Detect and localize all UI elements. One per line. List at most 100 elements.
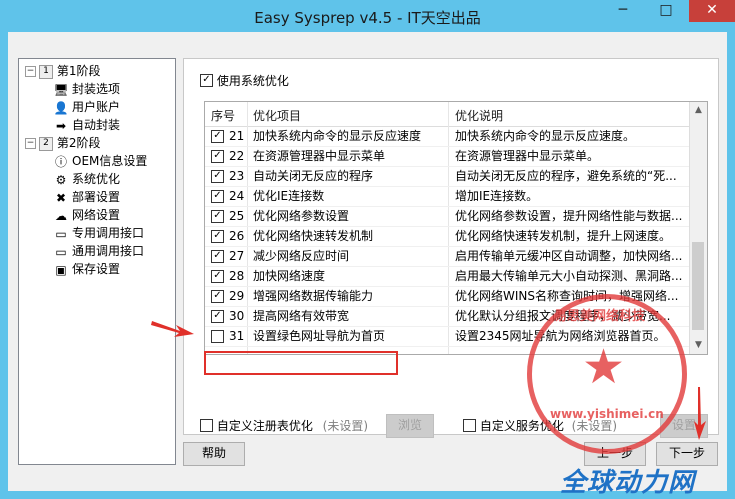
- table-header: 序号 优化项目 优化说明: [205, 102, 689, 127]
- column-header-item[interactable]: 优化项目: [253, 107, 301, 124]
- row-checkbox[interactable]: ✓: [211, 250, 224, 263]
- row-checkbox[interactable]: ✓: [211, 310, 224, 323]
- row-item: 减少网络反应时间: [253, 249, 350, 263]
- row-no: 23: [229, 169, 245, 183]
- row-checkbox[interactable]: [211, 330, 224, 343]
- row-desc: 自动关闭无反应的程序，避免系统的“死...: [455, 169, 677, 183]
- row-item: 提高网络有效带宽: [253, 309, 350, 323]
- column-header-desc[interactable]: 优化说明: [455, 107, 503, 124]
- app-window: Easy Sysprep v4.5 - IT天空出品 ─ □ ✕ −1 第1阶段…: [0, 0, 735, 499]
- close-button[interactable]: ✕: [689, 0, 735, 22]
- scroll-up-icon[interactable]: ▲: [690, 102, 707, 119]
- row-checkbox[interactable]: ✓: [211, 290, 224, 303]
- tree-item[interactable]: ▭ 专用调用接口: [53, 225, 144, 242]
- custom-registry-check: [200, 419, 213, 432]
- table-row[interactable]: ✓ 23 自动关闭无反应的程序 自动关闭无反应的程序，避免系统的“死...: [205, 166, 689, 187]
- help-button[interactable]: 帮助: [183, 442, 245, 466]
- column-header-no[interactable]: 序号: [211, 107, 235, 124]
- row-item: 优化IE连接数: [253, 189, 325, 203]
- row-desc: 启用传输单元缓冲区自动调整，加快网络...: [455, 249, 683, 263]
- row-checkbox[interactable]: ✓: [211, 210, 224, 223]
- table-row[interactable]: ✓ 28 加快网络速度 启用最大传输单元大小自动探测、黑洞路...: [205, 266, 689, 287]
- tree-stage-2[interactable]: −2 第2阶段: [25, 135, 100, 152]
- row-checkbox[interactable]: ✓: [211, 170, 224, 183]
- stamp-star-icon: ★: [582, 339, 626, 395]
- tree-item[interactable]: ✖ 部署设置: [53, 189, 120, 206]
- annotation-arrow-down-icon: [694, 387, 706, 440]
- tree-item-label: 通用调用接口: [72, 244, 145, 258]
- brand-watermark: 全球动力网: [560, 468, 696, 498]
- arrow-icon: ➡: [55, 118, 67, 133]
- table-row[interactable]: ✓ 26 优化网络快速转发机制 优化网络快速转发机制，提升上网速度。: [205, 226, 689, 247]
- table-row[interactable]: ✓ 27 减少网络反应时间 启用传输单元缓冲区自动调整，加快网络...: [205, 246, 689, 267]
- custom-registry-checkbox[interactable]: 自定义注册表优化 (未设置): [200, 417, 368, 434]
- gear-icon: ⚙: [55, 172, 67, 187]
- row-checkbox[interactable]: ✓: [211, 130, 224, 143]
- tree-item-label: 部署设置: [72, 190, 121, 204]
- table-row[interactable]: ✓ 24 优化IE连接数 增加IE连接数。: [205, 186, 689, 207]
- info-icon: ⓘ: [54, 154, 67, 169]
- collapse-icon[interactable]: −: [25, 66, 36, 77]
- row-item: 优化网络参数设置: [253, 209, 350, 223]
- table-scrollbar[interactable]: ▲ ▼: [689, 102, 707, 354]
- highlight-box-row-31: [204, 351, 398, 375]
- row-no: 25: [229, 209, 245, 223]
- row-no: 29: [229, 289, 245, 303]
- browse-button[interactable]: 浏览: [386, 414, 434, 438]
- row-item: 设置绿色网址导航为首页: [253, 329, 386, 343]
- save-icon: ▣: [55, 262, 67, 277]
- row-no: 26: [229, 229, 245, 243]
- tree-item[interactable]: 👤 用户账户: [53, 99, 121, 116]
- enable-optimize-checkbox[interactable]: ✓ 使用系统优化: [200, 72, 289, 89]
- tree-item[interactable]: ⓘ OEM信息设置: [53, 153, 147, 170]
- title-bar: Easy Sysprep v4.5 - IT天空出品 ─ □ ✕: [0, 0, 735, 32]
- tree-item[interactable]: ☁ 网络设置: [53, 207, 120, 224]
- row-item: 在资源管理器中显示菜单: [253, 149, 386, 163]
- tree-item[interactable]: ▭ 通用调用接口: [53, 243, 144, 260]
- row-no: 21: [229, 129, 245, 143]
- tree-stage-1[interactable]: −1 第1阶段: [25, 63, 100, 80]
- tree-item-label: 自动封装: [72, 118, 121, 132]
- deploy-icon: ✖: [55, 190, 67, 205]
- row-checkbox[interactable]: ✓: [211, 270, 224, 283]
- stage-tree: −1 第1阶段 🖥 封装选项 👤 用户账户 ➡ 自动封装 −2 第2阶段 ⓘ OEM信息设置 ⚙ 系统…: [18, 58, 176, 465]
- row-item: 加快网络速度: [253, 269, 326, 283]
- row-no: 27: [229, 249, 245, 263]
- scroll-down-icon[interactable]: ▼: [690, 337, 707, 354]
- minimize-button[interactable]: ─: [603, 0, 643, 22]
- row-no: 22: [229, 149, 245, 163]
- enable-optimize-check: ✓: [200, 74, 213, 87]
- terminal-icon: ▭: [55, 244, 67, 259]
- stamp-top-text: 易思美网络科技: [554, 309, 646, 324]
- monitor-icon: 🖥: [53, 82, 69, 97]
- tree-item[interactable]: ➡ 自动封装: [53, 117, 120, 134]
- row-desc: 在资源管理器中显示菜单。: [455, 149, 600, 163]
- maximize-button[interactable]: □: [645, 0, 687, 22]
- tree-item-label: 用户账户: [72, 100, 121, 114]
- tree-item-label: 保存设置: [72, 262, 121, 276]
- tree-item[interactable]: ▣ 保存设置: [53, 261, 120, 278]
- row-item: 增强网络数据传输能力: [253, 289, 374, 303]
- tree-item-label: 系统优化: [72, 172, 121, 186]
- row-checkbox[interactable]: ✓: [211, 150, 224, 163]
- tree-item[interactable]: 🖥 封装选项: [53, 81, 120, 98]
- row-no: 31: [229, 329, 245, 343]
- row-checkbox[interactable]: ✓: [211, 230, 224, 243]
- network-icon: ☁: [55, 208, 67, 223]
- row-desc: 优化网络快速转发机制，提升上网速度。: [455, 229, 672, 243]
- tree-item-label: 网络设置: [72, 208, 121, 222]
- tree-item-label: 封装选项: [72, 82, 121, 96]
- tree-item[interactable]: ⚙ 系统优化: [53, 171, 120, 188]
- table-row[interactable]: ✓ 22 在资源管理器中显示菜单 在资源管理器中显示菜单。: [205, 146, 689, 167]
- row-checkbox[interactable]: ✓: [211, 190, 224, 203]
- row-desc: 优化网络参数设置，提升网络性能与数据...: [455, 209, 683, 223]
- row-desc: 加快系统内命令的显示反应速度。: [455, 129, 636, 143]
- collapse-icon[interactable]: −: [25, 138, 36, 149]
- user-icon: 👤: [53, 100, 69, 115]
- scroll-thumb[interactable]: [692, 242, 704, 330]
- table-row[interactable]: ✓ 25 优化网络参数设置 优化网络参数设置，提升网络性能与数据...: [205, 206, 689, 227]
- row-item: 加快系统内命令的显示反应速度: [253, 129, 422, 143]
- table-row[interactable]: ✓ 21 加快系统内命令的显示反应速度 加快系统内命令的显示反应速度。: [205, 126, 689, 147]
- stage-number: 2: [39, 136, 53, 151]
- stage-label: 第1阶段: [56, 64, 101, 78]
